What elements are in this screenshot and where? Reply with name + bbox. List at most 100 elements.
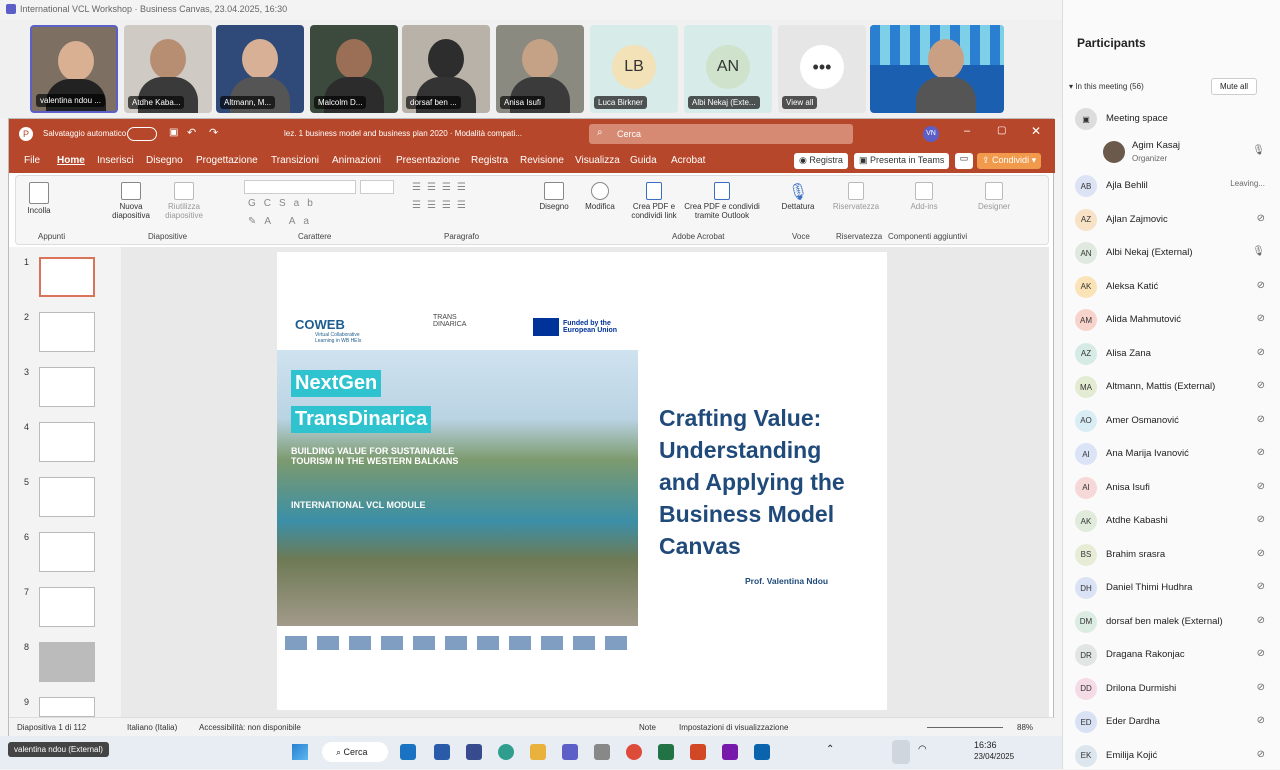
participant-row[interactable]: AK Aleksa Katić ⊘	[1075, 271, 1275, 301]
accessibility-status[interactable]: Accessibilità: non disponibile	[199, 723, 301, 732]
participant-row[interactable]: DM dorsaf ben malek (External) ⊘	[1075, 606, 1275, 636]
font-size-select[interactable]	[360, 180, 394, 194]
onenote-icon[interactable]	[722, 744, 738, 760]
font-color-buttons[interactable]: ✎A Aa	[248, 216, 317, 227]
pdf-link-button[interactable]: Crea PDF e condividi link	[628, 182, 680, 220]
tab-file[interactable]: File	[24, 155, 40, 166]
participant-row[interactable]: DD Drilona Durmishi ⊘	[1075, 673, 1275, 703]
windows-start-icon[interactable]	[292, 744, 308, 760]
slide-thumbnail[interactable]	[39, 257, 95, 297]
word-icon[interactable]	[434, 744, 450, 760]
tab-slideshow[interactable]: Presentazione	[396, 155, 460, 166]
video-tile[interactable]: Malcolm D...	[310, 25, 398, 113]
user-avatar[interactable]: VN	[923, 126, 939, 142]
video-tile[interactable]: AN Albi Nekaj (Exte...	[684, 25, 772, 113]
clock-time[interactable]: 16:36	[974, 740, 997, 750]
share-button[interactable]: ⇪ Condividi ▾	[977, 153, 1042, 169]
slide-thumbnail[interactable]	[39, 532, 95, 572]
outlook-icon[interactable]	[754, 744, 770, 760]
view-all-tile[interactable]: ••• View all	[778, 25, 866, 113]
folder-icon[interactable]	[530, 744, 546, 760]
meeting-count[interactable]: ▾ In this meeting (56)	[1069, 82, 1144, 91]
zoom-level[interactable]: 88%	[1017, 723, 1033, 732]
slide-thumbnail[interactable]	[39, 477, 95, 517]
video-tile[interactable]: dorsaf ben ...	[402, 25, 490, 113]
minimize-icon[interactable]: –	[964, 125, 970, 137]
autosave-toggle[interactable]	[127, 127, 157, 141]
tab-acrobat[interactable]: Acrobat	[671, 155, 705, 166]
mute-all-button[interactable]: Mute all	[1211, 78, 1258, 95]
view-settings-button[interactable]: Impostazioni di visualizzazione	[679, 723, 788, 732]
taskbar-search[interactable]: ⌕ Cerca	[322, 742, 388, 762]
addins-button[interactable]: Add-ins	[904, 182, 944, 211]
slide-thumbnail[interactable]	[39, 642, 95, 682]
participant-row[interactable]: DH Daniel Thimi Hudhra ⊘	[1075, 572, 1275, 602]
editing-button[interactable]: Modifica	[580, 182, 620, 211]
dictate-button[interactable]: 🎙 Dettatura	[778, 182, 818, 211]
designer-button[interactable]: Designer	[974, 182, 1014, 211]
video-tile[interactable]: LB Luca Birkner	[590, 25, 678, 113]
drawing-button[interactable]: Disegno	[534, 182, 574, 211]
participant-row[interactable]: AZ Ajlan Zajmovic ⊘	[1075, 204, 1275, 234]
tab-view[interactable]: Visualizza	[575, 155, 620, 166]
participant-row[interactable]: AK Atdhe Kabashi ⊘	[1075, 505, 1275, 535]
participant-row[interactable]: AN Albi Nekaj (External) 🎙	[1075, 237, 1275, 267]
zoom-slider[interactable]	[927, 727, 1003, 728]
font-style-buttons[interactable]: GCSab	[248, 198, 321, 209]
participant-row[interactable]: ED Eder Dardha ⊘	[1075, 706, 1275, 736]
undo-icon[interactable]: ↶	[187, 126, 196, 139]
tab-draw[interactable]: Disegno	[146, 155, 183, 166]
dell-icon[interactable]	[400, 744, 416, 760]
tab-insert[interactable]: Inserisci	[97, 155, 134, 166]
participant-row[interactable]: MA Altmann, Mattis (External) ⊘	[1075, 371, 1275, 401]
sensitivity-button[interactable]: Riservatezza	[828, 182, 884, 211]
search-box[interactable]: ⌕ Cerca	[589, 124, 853, 144]
powerpoint-taskbar-icon[interactable]	[690, 744, 706, 760]
tab-transitions[interactable]: Transizioni	[271, 155, 319, 166]
slide-thumbnail[interactable]	[39, 697, 95, 717]
participant-row[interactable]: DR Dragana Rakonjac ⊘	[1075, 639, 1275, 669]
reuse-slides-button[interactable]: Riutilizza diapositive	[161, 182, 207, 220]
present-teams-button[interactable]: ▣ Presenta in Teams	[854, 153, 950, 169]
tab-record[interactable]: Registra	[471, 155, 508, 166]
comments-icon[interactable]: ▭	[955, 153, 973, 169]
speaker-video[interactable]	[870, 25, 1004, 113]
tray-chevron-icon[interactable]: ⌃	[826, 744, 834, 755]
participant-row[interactable]: AI Anisa Isufi ⊘	[1075, 472, 1275, 502]
app-icon[interactable]	[594, 744, 610, 760]
tab-animations[interactable]: Animazioni	[332, 155, 381, 166]
list-buttons[interactable]: ☰☰☰☰	[412, 182, 472, 193]
save-icon[interactable]: ▣	[169, 127, 178, 138]
meeting-space-row[interactable]: ▣ Meeting space	[1075, 103, 1275, 133]
participant-row[interactable]: AZ Alisa Zana ⊘	[1075, 338, 1275, 368]
slide-thumbnail[interactable]	[39, 367, 95, 407]
tab-home[interactable]: Home	[57, 155, 85, 166]
maximize-icon[interactable]: ▢	[997, 125, 1006, 136]
redo-icon[interactable]: ↷	[209, 126, 218, 139]
teams-icon[interactable]	[562, 744, 578, 760]
store-icon[interactable]	[466, 744, 482, 760]
font-family-select[interactable]	[244, 180, 356, 194]
slide-thumbnail[interactable]	[39, 422, 95, 462]
participant-row[interactable]: Agim Kasaj Organizer 🎙	[1075, 136, 1275, 166]
microphone-tray-icon[interactable]	[892, 740, 910, 764]
participant-row[interactable]: AB Ajla Behlil Leaving...	[1075, 170, 1275, 200]
video-tile[interactable]: Anisa Isufi	[496, 25, 584, 113]
participant-row[interactable]: AI Ana Marija Ivanović ⊘	[1075, 438, 1275, 468]
participant-row[interactable]: AO Amer Osmanović ⊘	[1075, 405, 1275, 435]
edge-icon[interactable]	[498, 744, 514, 760]
align-buttons[interactable]: ☰☰☰☰	[412, 200, 472, 211]
tab-review[interactable]: Revisione	[520, 155, 564, 166]
notes-button[interactable]: Note	[639, 723, 656, 732]
slide-thumbnail[interactable]	[39, 587, 95, 627]
participant-row[interactable]: BS Brahim srasra ⊘	[1075, 539, 1275, 569]
slide-thumbnail[interactable]	[39, 312, 95, 352]
record-button[interactable]: ◉ Registra	[794, 153, 848, 169]
tab-help[interactable]: Guida	[630, 155, 657, 166]
close-icon[interactable]: ✕	[1031, 124, 1041, 138]
paste-button[interactable]: Incolla	[24, 182, 54, 215]
clock-date[interactable]: 23/04/2025	[974, 752, 1014, 761]
new-slide-button[interactable]: Nuova diapositiva	[108, 182, 154, 220]
video-tile[interactable]: Altmann, M...	[216, 25, 304, 113]
video-tile[interactable]: valentina ndou ...	[30, 25, 118, 113]
